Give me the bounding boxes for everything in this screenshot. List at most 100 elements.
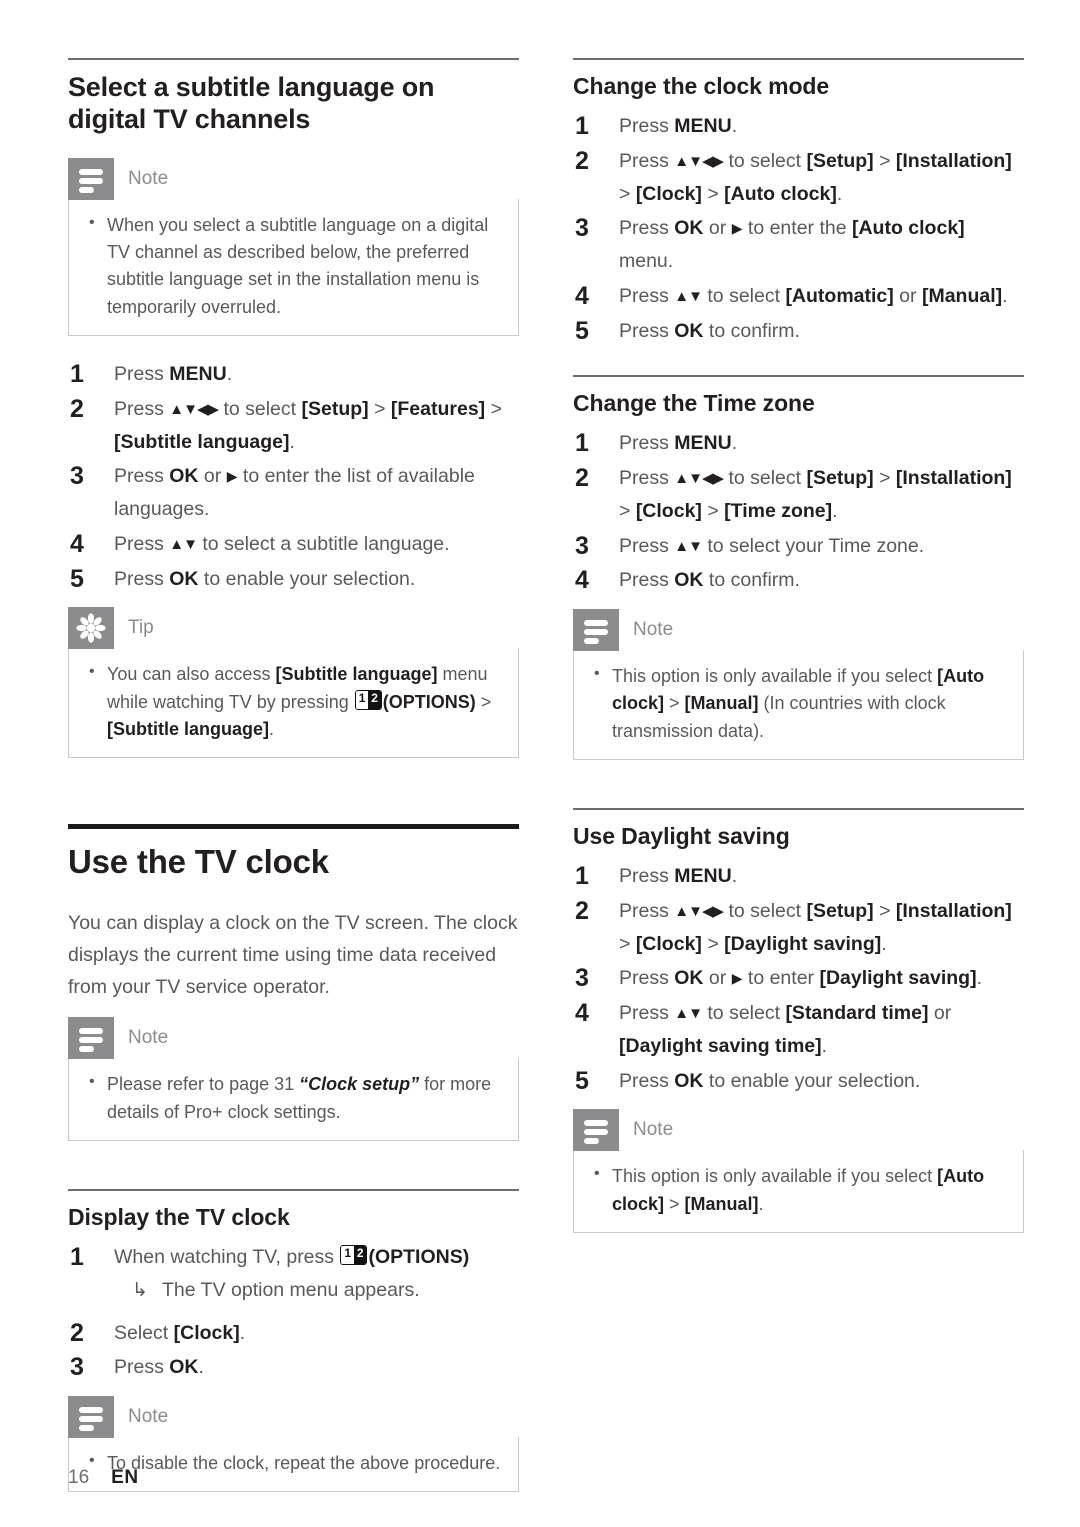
step-number: 3 [575, 214, 589, 243]
step-text: Press MENU. [619, 115, 738, 138]
step-item: 5 Press OK to confirm. [573, 315, 1024, 348]
step-item: 2 Press ▲▼◀▶ to select [Setup] > [Instal… [573, 895, 1024, 961]
step-item: 3 Press OK or ▶ to enter [Daylight savin… [573, 962, 1024, 995]
options-label: (OPTIONS) [368, 1245, 470, 1268]
step-text: Press MENU. [114, 363, 233, 386]
steps-change-clock-mode: 1 Press MENU. 2 Press ▲▼◀▶ to select [Se… [573, 110, 1024, 347]
manual-page: Select a subtitle language on digital TV… [0, 0, 1080, 1527]
step-number: 1 [575, 862, 589, 891]
section-change-time-zone: Change the Time zone 1 Press MENU. 2 Pre… [573, 375, 1024, 761]
options-key-right: 2 [368, 690, 381, 709]
section-rule [573, 808, 1024, 811]
step-item: 4 Press ▲▼ to select a subtitle language… [68, 528, 519, 561]
step-item: 5 Press OK to enable your selection. [68, 563, 519, 596]
step-item: 4 Press ▲▼ to select [Automatic] or [Man… [573, 280, 1024, 313]
steps-change-time-zone: 1 Press MENU. 2 Press ▲▼◀▶ to select [Se… [573, 427, 1024, 597]
step-item: 4 Press ▲▼ to select [Standard time] or … [573, 997, 1024, 1063]
step-text: Press ▲▼◀▶ to select [Setup] > [Features… [114, 397, 502, 453]
step-item: 4 Press OK to confirm. [573, 564, 1024, 597]
right-column: Change the clock mode 1 Press MENU. 2 Pr… [573, 58, 1024, 1255]
substep-text: The TV option menu appears. [162, 1278, 420, 1301]
callout-label: Note [633, 619, 674, 641]
callout-header: Note [68, 1017, 519, 1060]
left-column: Select a subtitle language on digital TV… [68, 58, 519, 1514]
tip-icon [68, 607, 114, 650]
step-text: Press ▲▼ to select your Time zone. [619, 534, 925, 557]
note-item: To disable the clock, repeat the above p… [85, 1449, 502, 1477]
page-number: 16 [68, 1467, 90, 1488]
sub-arrow-icon: ↳ [132, 1279, 148, 1301]
note-item: This option is only available if you sel… [590, 662, 1007, 745]
step-text: Select [Clock]. [114, 1321, 246, 1344]
step-item: 3 Press OK or ▶ to enter the [Auto clock… [573, 212, 1024, 278]
step-number: 5 [575, 316, 589, 345]
step-substep: ↳ The TV option menu appears. [114, 1274, 519, 1307]
step-number: 3 [70, 1353, 84, 1382]
step-number: 1 [575, 429, 589, 458]
callout-body: When you select a subtitle language on a… [68, 198, 519, 337]
chapter-rule [68, 824, 519, 830]
step-number: 1 [575, 112, 589, 141]
callout-body: You can also access [Subtitle language] … [68, 648, 519, 759]
section-display-tv-clock: Display the TV clock 1 When watching TV,… [68, 1188, 519, 1493]
step-item: 2 Press ▲▼◀▶ to select [Setup] > [Instal… [573, 145, 1024, 211]
step-text: Press OK. [114, 1356, 204, 1379]
callout-header: Note [573, 1109, 1024, 1152]
callout-label: Note [128, 167, 169, 189]
section-heading: Display the TV clock [68, 1203, 290, 1230]
step-item: 3 Press ▲▼ to select your Time zone. [573, 530, 1024, 563]
language-code: EN [111, 1467, 139, 1488]
step-text: Press OK or ▶ to enter [Daylight saving]… [619, 967, 982, 990]
section-heading: Change the clock mode [573, 73, 830, 99]
callout-label: Note [633, 1119, 674, 1141]
callout-body: This option is only available if you sel… [573, 650, 1024, 761]
step-number: 2 [70, 394, 84, 423]
options-key-left: 1 [341, 1245, 354, 1264]
options-key-icon: 12 [354, 689, 382, 710]
note-icon [68, 157, 114, 200]
two-column-layout: Select a subtitle language on digital TV… [68, 58, 1024, 1514]
section-rule [573, 375, 1024, 378]
step-text: Press ▲▼◀▶ to select [Setup] > [Installa… [619, 899, 1012, 955]
step-text: Press ▲▼ to select a subtitle language. [114, 532, 450, 555]
section-use-daylight-saving: Use Daylight saving 1 Press MENU. 2 Pres… [573, 808, 1024, 1234]
note-icon [573, 1109, 619, 1152]
note-item: When you select a subtitle language on a… [85, 211, 502, 321]
step-number: 5 [70, 564, 84, 593]
tip-item: You can also access [Subtitle language] … [85, 660, 502, 743]
options-key-left: 1 [355, 690, 369, 709]
options-label: (OPTIONS) [382, 691, 476, 712]
section-heading: Change the Time zone [573, 390, 815, 417]
step-text: Press ▲▼◀▶ to select [Setup] > [Installa… [619, 149, 1012, 205]
step-number: 5 [575, 1066, 589, 1095]
callout-header: Tip [68, 607, 519, 650]
callout-header: Note [68, 1396, 519, 1439]
chapter-title: Use the TV clock [68, 843, 329, 881]
note-item: This option is only available if you sel… [590, 1162, 1007, 1218]
step-number: 1 [70, 1242, 84, 1271]
chapter-intro: You can display a clock on the TV screen… [68, 912, 518, 998]
step-item: 1 Press MENU. [573, 860, 1024, 893]
step-text: Press OK to enable your selection. [114, 567, 416, 590]
step-number: 2 [575, 896, 589, 925]
callout-body: This option is only available if you sel… [573, 1150, 1024, 1234]
step-item: 2 Press ▲▼◀▶ to select [Setup] > [Instal… [573, 462, 1024, 528]
note-callout: Note Please refer to page 31 “Clock setu… [68, 1017, 519, 1141]
note-item: Please refer to page 31 “Clock setup” fo… [85, 1070, 502, 1126]
step-number: 4 [575, 566, 589, 595]
step-number: 4 [575, 999, 589, 1028]
step-text: When watching TV, press 1 2 (OPTIONS) [114, 1244, 470, 1268]
options-key-right: 2 [353, 1245, 367, 1264]
step-item: 1 Press MENU. [573, 110, 1024, 143]
step-text: Press OK to confirm. [619, 569, 800, 592]
step-item: 1 Press MENU. [68, 358, 519, 391]
step-text: Press ▲▼◀▶ to select [Setup] > [Installa… [619, 467, 1012, 522]
options-key-icon: 12 [340, 1244, 368, 1265]
page-footer: 16 EN [68, 1467, 139, 1489]
note-callout: Note When you select a subtitle language… [68, 157, 519, 337]
step-text: Press MENU. [619, 432, 738, 455]
step-number: 1 [70, 360, 84, 389]
step-text: Press OK or ▶ to enter the list of avail… [114, 465, 475, 521]
section-heading: Select a subtitle language on digital TV… [68, 72, 435, 134]
step-text: Press OK to enable your selection. [619, 1069, 921, 1092]
